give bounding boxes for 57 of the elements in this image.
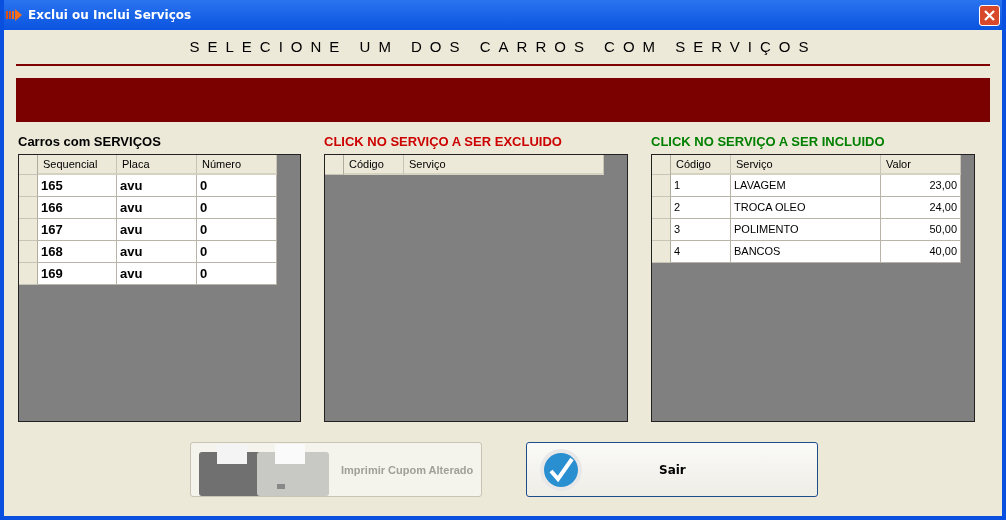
table-cell: 0 (197, 241, 277, 263)
column-header[interactable]: Serviço (731, 155, 881, 175)
column-header[interactable]: Código (671, 155, 731, 175)
column-header[interactable]: Placa (117, 155, 197, 175)
column-header[interactable]: Valor (881, 155, 961, 175)
table-cell: avu (117, 263, 197, 285)
table-cell: LAVAGEM (731, 175, 881, 197)
window-title: Exclui ou Inclui Serviços (28, 8, 192, 22)
panel-title: Carros com SERVIÇOS (18, 134, 162, 149)
close-button[interactable] (979, 4, 1000, 26)
row-selector[interactable] (19, 197, 38, 219)
table-cell: avu (117, 197, 197, 219)
panel-title: CLICK NO SERVIÇO A SER INCLUIDO (651, 134, 886, 149)
table-cell: 2 (671, 197, 731, 219)
table-cell: avu (117, 241, 197, 263)
table-cell: POLIMENTO (731, 219, 881, 241)
column-header[interactable]: Serviço (404, 155, 604, 175)
table-cell: 50,00 (881, 219, 961, 241)
table-cell: 167 (38, 219, 117, 241)
exit-button[interactable]: Sair (526, 442, 818, 497)
header-corner (325, 155, 344, 175)
row-selector[interactable] (19, 175, 38, 197)
table-cell: avu (117, 219, 197, 241)
table-cell: 23,00 (881, 175, 961, 197)
header-corner (652, 155, 671, 175)
table-cell: 1 (671, 175, 731, 197)
table-cell: 165 (38, 175, 117, 197)
table-cell: 0 (197, 219, 277, 241)
row-selector[interactable] (19, 241, 38, 263)
header-corner (19, 155, 38, 175)
row-selector[interactable] (19, 219, 38, 241)
panel-title: CLICK NO SERVIÇO A SER EXCLUIDO (324, 134, 563, 149)
column-header[interactable]: Sequencial (38, 155, 117, 175)
row-selector[interactable] (652, 241, 671, 263)
row-selector[interactable] (652, 197, 671, 219)
app-icon (6, 8, 22, 22)
column-header[interactable]: Número (197, 155, 277, 175)
table-cell: 24,00 (881, 197, 961, 219)
close-icon (984, 9, 995, 21)
table-cell: BANCOS (731, 241, 881, 263)
row-selector[interactable] (19, 263, 38, 285)
table-cell: 40,00 (881, 241, 961, 263)
table-cell: 169 (38, 263, 117, 285)
table-cell: 3 (671, 219, 731, 241)
table-cell: 0 (197, 175, 277, 197)
table-cell: avu (117, 175, 197, 197)
table-cell: 0 (197, 263, 277, 285)
table-cell: 166 (38, 197, 117, 219)
row-selector[interactable] (652, 219, 671, 241)
page-heading: SELECIONE UM DOS CARROS COM SERVIÇOS (188, 37, 818, 57)
check-icon (539, 447, 583, 492)
column-header[interactable]: Código (344, 155, 404, 175)
table-cell: 0 (197, 197, 277, 219)
row-selector[interactable] (652, 175, 671, 197)
table-cell: TROCA OLEO (731, 197, 881, 219)
table-cell: 168 (38, 241, 117, 263)
table-cell: 4 (671, 241, 731, 263)
